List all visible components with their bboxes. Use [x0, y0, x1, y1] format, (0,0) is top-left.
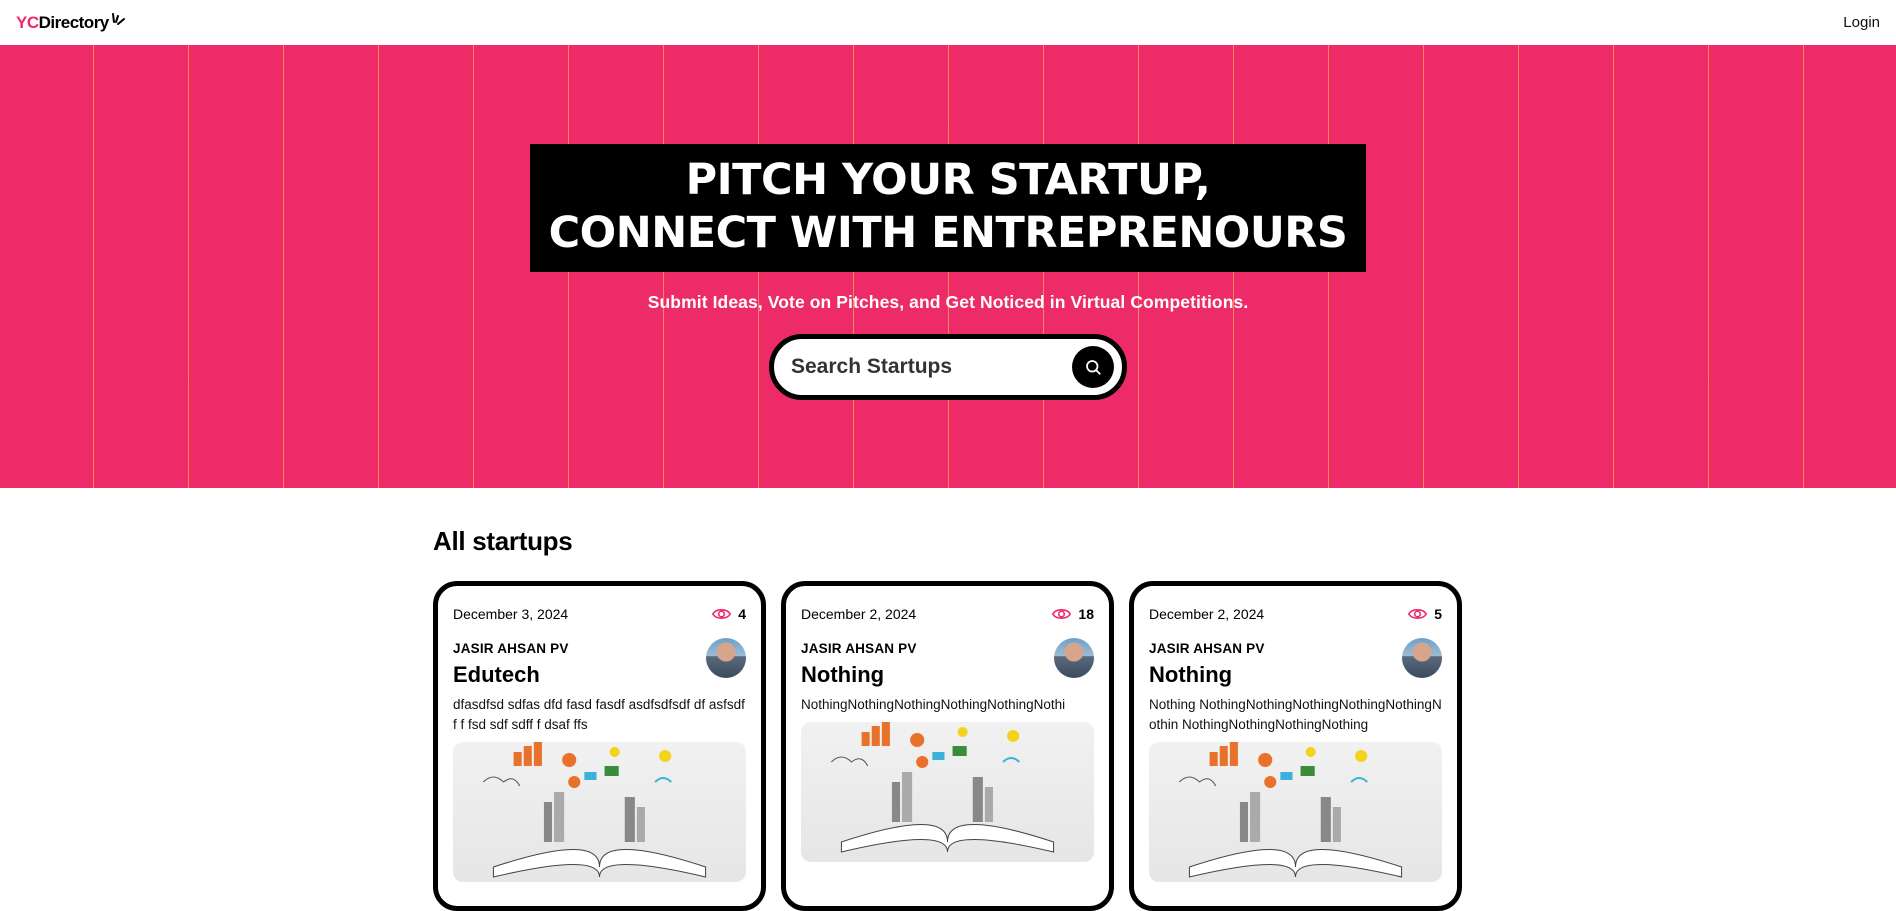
card-author[interactable]: JASIR AHSAN PV — [801, 641, 917, 656]
view-count-value: 5 — [1434, 606, 1442, 622]
card-description: dfasdfsd sdfas dfd fasd fasdf asdfsdfsdf… — [453, 697, 745, 732]
startup-card[interactable]: December 2, 2024 5 JASIR AHSAN PV Nothin… — [1129, 581, 1462, 911]
author-avatar[interactable] — [1402, 638, 1442, 678]
card-image[interactable] — [453, 742, 746, 882]
startup-illustration — [830, 722, 1055, 853]
card-header: December 3, 2024 4 — [453, 606, 746, 622]
card-header: December 2, 2024 5 — [1149, 606, 1442, 622]
view-count-value: 4 — [738, 606, 746, 622]
startup-illustration — [1178, 742, 1403, 878]
card-author[interactable]: JASIR AHSAN PV — [453, 641, 569, 656]
card-header: December 2, 2024 18 — [801, 606, 1094, 622]
author-avatar[interactable] — [706, 638, 746, 678]
view-count-value: 18 — [1078, 606, 1094, 622]
card-info: JASIR AHSAN PV Edutech — [453, 638, 746, 688]
startup-illustration — [482, 742, 707, 878]
startup-card[interactable]: December 3, 2024 4 JASIR AHSAN PV Edutec… — [433, 581, 766, 911]
view-count: 4 — [712, 606, 746, 622]
hero-headline-line-2: CONNECT WITH ENTREPRENOURS — [548, 208, 1348, 258]
card-title[interactable]: Edutech — [453, 662, 569, 688]
hero-banner: PITCH YOUR STARTUP, CONNECT WITH ENTREPR… — [0, 45, 1896, 488]
card-info: JASIR AHSAN PV Nothing — [1149, 638, 1442, 688]
eye-icon — [712, 609, 732, 619]
hero-headline-line-1: PITCH YOUR STARTUP, — [685, 155, 1211, 205]
logo-sparkle-icon — [111, 12, 125, 25]
search-form — [769, 334, 1127, 400]
login-link[interactable]: Login — [1843, 14, 1880, 31]
card-description: NothingNothingNothingNothingNothingNothi — [801, 697, 1066, 712]
card-author[interactable]: JASIR AHSAN PV — [1149, 641, 1265, 656]
card-info: JASIR AHSAN PV Nothing — [801, 638, 1094, 688]
card-image[interactable] — [801, 722, 1094, 862]
card-date: December 3, 2024 — [453, 606, 569, 622]
card-title[interactable]: Nothing — [1149, 662, 1265, 688]
card-description: Nothing NothingNothingNothingNothingNoth… — [1149, 697, 1442, 732]
hero-headline: PITCH YOUR STARTUP, CONNECT WITH ENTREPR… — [529, 144, 1367, 272]
logo-yc-text: YC — [16, 12, 39, 32]
search-input[interactable] — [789, 354, 1053, 380]
startup-card-list: December 3, 2024 4 JASIR AHSAN PV Edutec… — [433, 581, 1463, 911]
search-icon — [1086, 360, 1101, 375]
hero-subtext: Submit Ideas, Vote on Pitches, and Get N… — [647, 292, 1249, 312]
startup-card[interactable]: December 2, 2024 18 JASIR AHSAN PV Nothi… — [781, 581, 1114, 911]
logo[interactable]: YC Directory — [16, 12, 126, 33]
logo-directory-text: Directory — [38, 12, 110, 32]
card-date: December 2, 2024 — [1149, 606, 1265, 622]
view-count: 5 — [1408, 606, 1442, 622]
card-image[interactable] — [1149, 742, 1442, 882]
eye-icon — [1408, 609, 1428, 619]
author-avatar[interactable] — [1054, 638, 1094, 678]
startups-section: All startups December 3, 2024 4 JASIR AH… — [433, 488, 1463, 911]
view-count: 18 — [1052, 606, 1094, 622]
eye-icon — [1052, 609, 1072, 619]
top-navbar: YC Directory Login — [0, 0, 1896, 45]
card-date: December 2, 2024 — [801, 606, 917, 622]
card-title[interactable]: Nothing — [801, 662, 917, 688]
search-button[interactable] — [1072, 346, 1114, 388]
section-title: All startups — [433, 526, 573, 556]
